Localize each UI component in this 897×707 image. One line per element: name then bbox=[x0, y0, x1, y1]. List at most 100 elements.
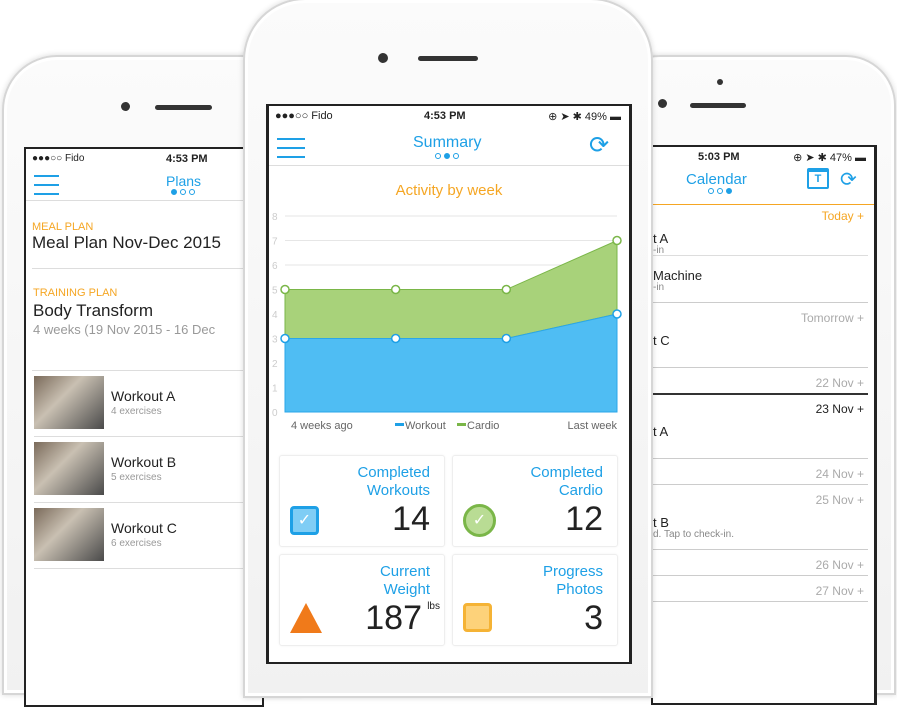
workout-thumbnail bbox=[34, 376, 104, 429]
card-label: Progress Photos bbox=[542, 563, 603, 598]
day-header[interactable]: 23 Nov + bbox=[816, 402, 864, 416]
page-title: Plans bbox=[166, 173, 202, 189]
card-label: Completed Cardio bbox=[530, 464, 603, 499]
card-label: Completed Workouts bbox=[357, 464, 430, 499]
legend-swatch-workout bbox=[395, 423, 404, 426]
workout-exercise-count: 6 exercises bbox=[111, 538, 162, 549]
summary-card[interactable]: ✓ Completed Workouts 14 bbox=[279, 455, 445, 547]
menu-icon[interactable] bbox=[34, 175, 59, 202]
legend-workout: Workout bbox=[405, 420, 446, 432]
y-tick-label: 5 bbox=[272, 286, 278, 297]
refresh-icon[interactable]: ⟳ bbox=[840, 167, 857, 192]
meal-plan-title: Meal Plan Nov-Dec 2015 bbox=[32, 233, 221, 252]
refresh-icon[interactable]: ⟳ bbox=[589, 131, 609, 160]
status-time: 4:53 PM bbox=[166, 153, 208, 165]
speaker bbox=[690, 103, 746, 108]
y-tick-label: 0 bbox=[272, 408, 278, 419]
camera-lens bbox=[121, 102, 130, 111]
y-tick-label: 2 bbox=[272, 359, 278, 370]
center-phone: ●●●○○ Fido 4:53 PM ⊕ ➤ ✱ 49% ▬ Summary ⟳… bbox=[243, 0, 653, 698]
workout-name: Workout C bbox=[111, 520, 177, 536]
y-tick-label: 3 bbox=[272, 335, 278, 346]
plans-screen: ●●●○○ Fido 4:53 PM Plans MEAL PLAN Meal … bbox=[24, 147, 264, 707]
workout-thumbnail bbox=[34, 508, 104, 561]
entry-title: t A bbox=[653, 231, 669, 246]
status-time: 5:03 PM bbox=[698, 151, 740, 163]
cardio-area bbox=[284, 239, 618, 339]
calendar-screen: 5:03 PM ⊕ ➤ ✱ 47% ▬ Calendar T ⟳ Today +… bbox=[651, 145, 877, 705]
day-header[interactable]: 22 Nov + bbox=[816, 376, 864, 390]
summary-screen: ●●●○○ Fido 4:53 PM ⊕ ➤ ✱ 49% ▬ Summary ⟳… bbox=[266, 104, 632, 664]
checkbox-icon: ✓ bbox=[290, 506, 319, 535]
y-tick-label: 1 bbox=[272, 384, 278, 395]
workout-exercise-count: 4 exercises bbox=[111, 406, 162, 417]
legend-cardio: Cardio bbox=[467, 420, 499, 432]
x-tick-label: Last week bbox=[567, 420, 617, 432]
camera-lens bbox=[658, 99, 667, 108]
workout-exercise-count: 5 exercises bbox=[111, 472, 162, 483]
summary-card[interactable]: Current Weight 187 lbs bbox=[279, 554, 445, 646]
scale-icon bbox=[290, 603, 322, 633]
day-header[interactable]: 27 Nov + bbox=[816, 584, 864, 598]
carrier: ●●●○○ Fido bbox=[32, 153, 85, 164]
entry-subtitle: d. Tap to check-in. bbox=[653, 529, 734, 540]
page-title: Summary bbox=[413, 134, 482, 151]
page-dots[interactable] bbox=[171, 189, 195, 195]
speaker bbox=[155, 105, 212, 110]
meal-plan-label: MEAL PLAN bbox=[32, 221, 94, 233]
card-value: 3 bbox=[584, 599, 603, 637]
entry-subtitle: -in bbox=[653, 282, 665, 293]
front-camera bbox=[717, 79, 723, 85]
card-value: 14 bbox=[392, 500, 430, 538]
page-dots[interactable] bbox=[708, 188, 732, 194]
check-circle-icon: ✓ bbox=[463, 504, 496, 537]
today-calendar-icon[interactable]: T bbox=[807, 168, 829, 189]
y-tick-label: 6 bbox=[272, 261, 278, 272]
battery-percent: 49% bbox=[584, 111, 607, 123]
training-plan-label: TRAINING PLAN bbox=[33, 287, 118, 299]
carrier: ●●●○○ Fido bbox=[275, 110, 333, 122]
entry-title: t C bbox=[653, 333, 670, 348]
card-value: 12 bbox=[565, 500, 603, 538]
page-title: Calendar bbox=[686, 171, 747, 188]
workout-point bbox=[280, 333, 290, 344]
summary-card[interactable]: ✓ Completed Cardio 12 bbox=[452, 455, 618, 547]
cardio-point bbox=[501, 284, 512, 295]
training-plan-title: Body Transform bbox=[33, 301, 153, 320]
entry-title: Machine bbox=[653, 268, 703, 283]
card-value: 187 bbox=[365, 599, 422, 637]
menu-icon[interactable] bbox=[277, 138, 305, 165]
page-dots[interactable] bbox=[435, 153, 459, 159]
workout-point bbox=[612, 309, 622, 319]
card-label: Current Weight bbox=[379, 563, 430, 598]
training-plan-dates: 4 weeks (19 Nov 2015 - 16 Dec bbox=[33, 322, 216, 337]
photo-icon bbox=[463, 603, 492, 632]
status-icons: ⊕ ➤ ✱ 49% ▬ bbox=[548, 111, 621, 123]
status-icons: ⊕ ➤ ✱ 47% ▬ bbox=[793, 152, 866, 164]
status-time: 4:53 PM bbox=[424, 110, 466, 122]
x-tick-label: 4 weeks ago bbox=[291, 420, 353, 432]
day-header[interactable]: 25 Nov + bbox=[816, 493, 864, 507]
day-header[interactable]: 26 Nov + bbox=[816, 558, 864, 572]
y-tick-label: 4 bbox=[272, 310, 278, 321]
workout-point bbox=[390, 333, 401, 344]
y-tick-label: 7 bbox=[272, 237, 278, 248]
day-header[interactable]: Tomorrow + bbox=[801, 311, 864, 325]
y-tick-label: 8 bbox=[272, 212, 278, 223]
entry-title: t B bbox=[653, 515, 669, 530]
cardio-point bbox=[612, 235, 622, 246]
speaker bbox=[418, 56, 478, 61]
camera-lens bbox=[378, 53, 388, 63]
workout-name: Workout A bbox=[111, 388, 176, 404]
battery-percent: 47% bbox=[829, 152, 852, 164]
activity-chart: 0 1 2 3 4 5 6 7 8 4 weeks ago Last week Workout Card… bbox=[272, 212, 622, 432]
day-header[interactable]: Today + bbox=[822, 209, 864, 223]
workout-thumbnail bbox=[34, 442, 104, 495]
entry-title: t A bbox=[653, 424, 669, 439]
legend-swatch-cardio bbox=[457, 423, 466, 426]
summary-card[interactable]: Progress Photos 3 bbox=[452, 554, 618, 646]
cardio-point bbox=[390, 284, 401, 295]
card-unit: lbs bbox=[427, 601, 440, 612]
day-header[interactable]: 24 Nov + bbox=[816, 467, 864, 481]
chart-title: Activity by week bbox=[395, 182, 503, 199]
